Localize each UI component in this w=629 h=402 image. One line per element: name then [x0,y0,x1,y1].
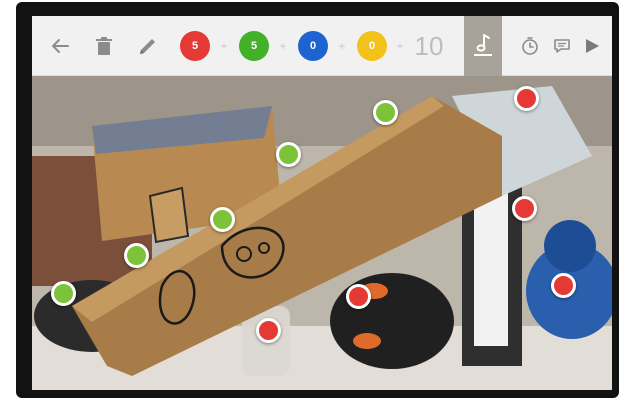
trash-icon [96,37,112,55]
red-marker[interactable] [256,318,281,343]
edit-button[interactable] [136,34,160,58]
green-marker[interactable] [124,243,149,268]
play-button[interactable] [580,34,604,58]
red-counter[interactable]: 5 [180,31,210,61]
scene-photo [32,76,612,390]
back-button[interactable] [48,34,72,58]
play-icon [586,39,599,53]
top-toolbar: 5 + 5 + 0 + 0 + 10 [32,16,612,76]
plus-sign: + [220,39,228,53]
app-screen: 5 + 5 + 0 + 0 + 10 [32,16,612,390]
green-marker[interactable] [210,207,235,232]
timer-button[interactable] [518,34,542,58]
speech-bubble-icon [554,39,570,53]
music-tab-button[interactable] [464,16,502,76]
music-note-icon [474,34,492,56]
green-marker[interactable] [51,281,76,306]
delete-button[interactable] [92,34,116,58]
red-marker[interactable] [346,284,371,309]
red-marker[interactable] [514,86,539,111]
camera-scene [32,76,612,390]
green-marker[interactable] [373,100,398,125]
yellow-counter[interactable]: 0 [357,31,387,61]
plus-sign: + [279,39,287,53]
total-count: 10 [414,31,444,61]
red-marker[interactable] [512,196,537,221]
comment-button[interactable] [550,34,574,58]
green-counter[interactable]: 5 [239,31,269,61]
green-marker[interactable] [276,142,301,167]
arrow-left-icon [52,39,69,53]
plus-sign: + [338,39,346,53]
equals-sign: + [396,39,404,53]
stopwatch-icon [522,37,538,55]
blue-counter[interactable]: 0 [298,31,328,61]
pencil-icon [140,39,155,54]
red-marker[interactable] [551,273,576,298]
